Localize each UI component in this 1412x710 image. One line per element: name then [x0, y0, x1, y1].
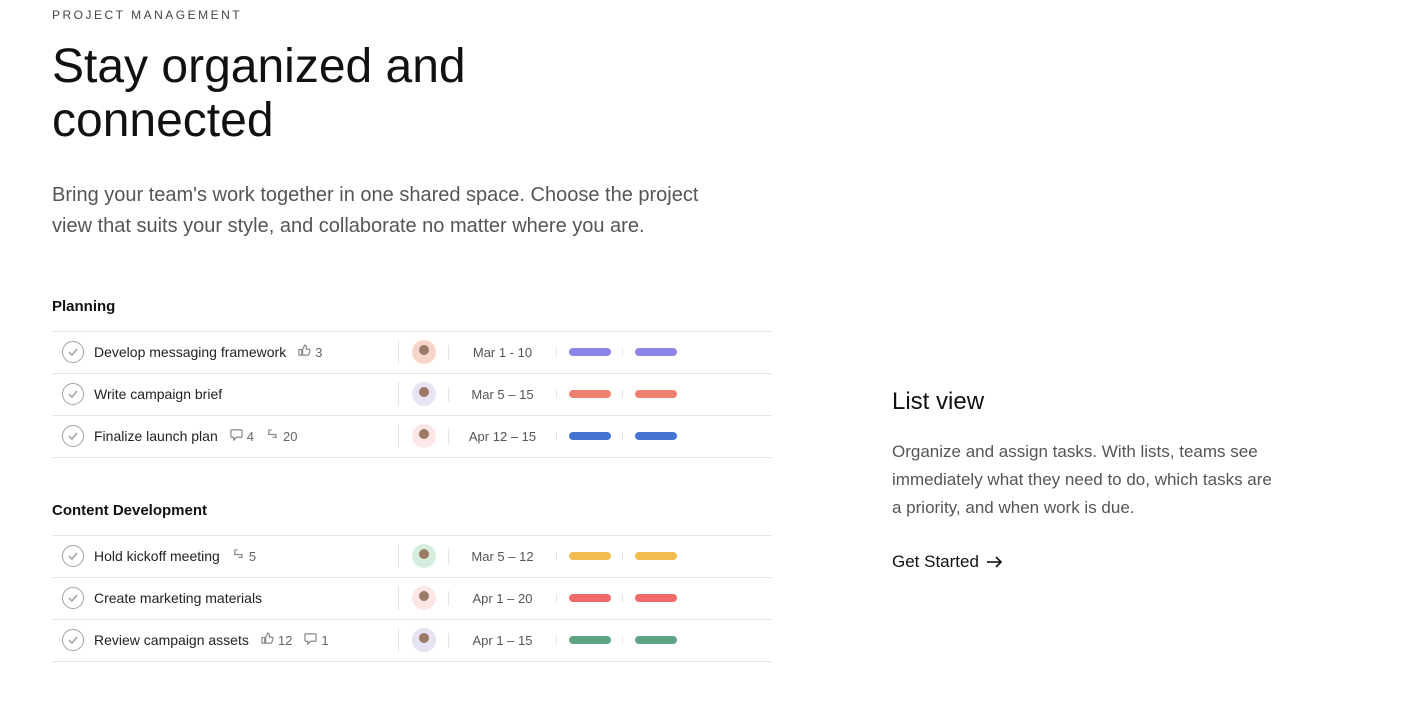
side-description: Organize and assign tasks. With lists, t…: [892, 438, 1272, 522]
section-title: Content Development: [52, 502, 772, 519]
priority-pill: [635, 636, 677, 644]
complete-task-checkbox[interactable]: [62, 545, 84, 567]
assignee-avatar[interactable]: [412, 424, 436, 448]
comments-meta: 4: [230, 428, 254, 444]
task-title: Hold kickoff meeting: [94, 548, 220, 564]
priority-pill: [635, 432, 677, 440]
subtasks-meta: 20: [266, 428, 297, 444]
assignee-avatar[interactable]: [412, 382, 436, 406]
task-date: Mar 1 - 10: [448, 345, 556, 360]
eyebrow: PROJECT MANAGEMENT: [52, 8, 772, 22]
task-row[interactable]: Develop messaging framework 3 Mar 1 - 10: [52, 332, 772, 374]
task-date: Mar 5 – 15: [448, 387, 556, 402]
task-title: Write campaign brief: [94, 386, 222, 402]
assignee-avatar[interactable]: [412, 586, 436, 610]
comment-icon: [230, 428, 243, 444]
complete-task-checkbox[interactable]: [62, 587, 84, 609]
status-pill: [569, 636, 611, 644]
assignee-avatar[interactable]: [412, 628, 436, 652]
assignee-avatar[interactable]: [412, 340, 436, 364]
task-title: Develop messaging framework: [94, 344, 286, 360]
get-started-label: Get Started: [892, 552, 979, 572]
task-row[interactable]: Finalize launch plan 4 20 Apr 12 – 15: [52, 416, 772, 458]
page-subtitle: Bring your team's work together in one s…: [52, 180, 712, 242]
priority-pill: [635, 594, 677, 602]
priority-pill: [635, 348, 677, 356]
status-pill: [569, 594, 611, 602]
thumbs-up-icon: [261, 632, 274, 648]
comment-icon: [304, 632, 317, 648]
thumbs-up-icon: [298, 344, 311, 360]
subtask-icon: [266, 428, 279, 444]
status-pill: [569, 552, 611, 560]
page-title: Stay organized and connected: [52, 40, 572, 148]
get-started-link[interactable]: Get Started: [892, 552, 1003, 572]
status-pill: [569, 432, 611, 440]
task-date: Apr 12 – 15: [448, 429, 556, 444]
side-title: List view: [892, 388, 1312, 416]
subtask-icon: [232, 548, 245, 564]
subtasks-meta: 5: [232, 548, 256, 564]
task-date: Apr 1 – 20: [448, 591, 556, 606]
arrow-right-icon: [987, 556, 1003, 568]
status-pill: [569, 390, 611, 398]
complete-task-checkbox[interactable]: [62, 425, 84, 447]
complete-task-checkbox[interactable]: [62, 383, 84, 405]
task-date: Mar 5 – 12: [448, 549, 556, 564]
task-title: Review campaign assets: [94, 632, 249, 648]
complete-task-checkbox[interactable]: [62, 629, 84, 651]
task-row[interactable]: Review campaign assets 12 1 Apr 1 – 15: [52, 620, 772, 662]
priority-pill: [635, 552, 677, 560]
task-title: Create marketing materials: [94, 590, 262, 606]
section-title: Planning: [52, 298, 772, 315]
likes-meta: 12: [261, 632, 292, 648]
comments-meta: 1: [304, 632, 328, 648]
task-row[interactable]: Write campaign brief Mar 5 – 15: [52, 374, 772, 416]
task-date: Apr 1 – 15: [448, 633, 556, 648]
assignee-avatar[interactable]: [412, 544, 436, 568]
task-row[interactable]: Hold kickoff meeting 5 Mar 5 – 12: [52, 536, 772, 578]
task-row[interactable]: Create marketing materials Apr 1 – 20: [52, 578, 772, 620]
status-pill: [569, 348, 611, 356]
task-title: Finalize launch plan: [94, 428, 218, 444]
complete-task-checkbox[interactable]: [62, 341, 84, 363]
likes-meta: 3: [298, 344, 322, 360]
priority-pill: [635, 390, 677, 398]
